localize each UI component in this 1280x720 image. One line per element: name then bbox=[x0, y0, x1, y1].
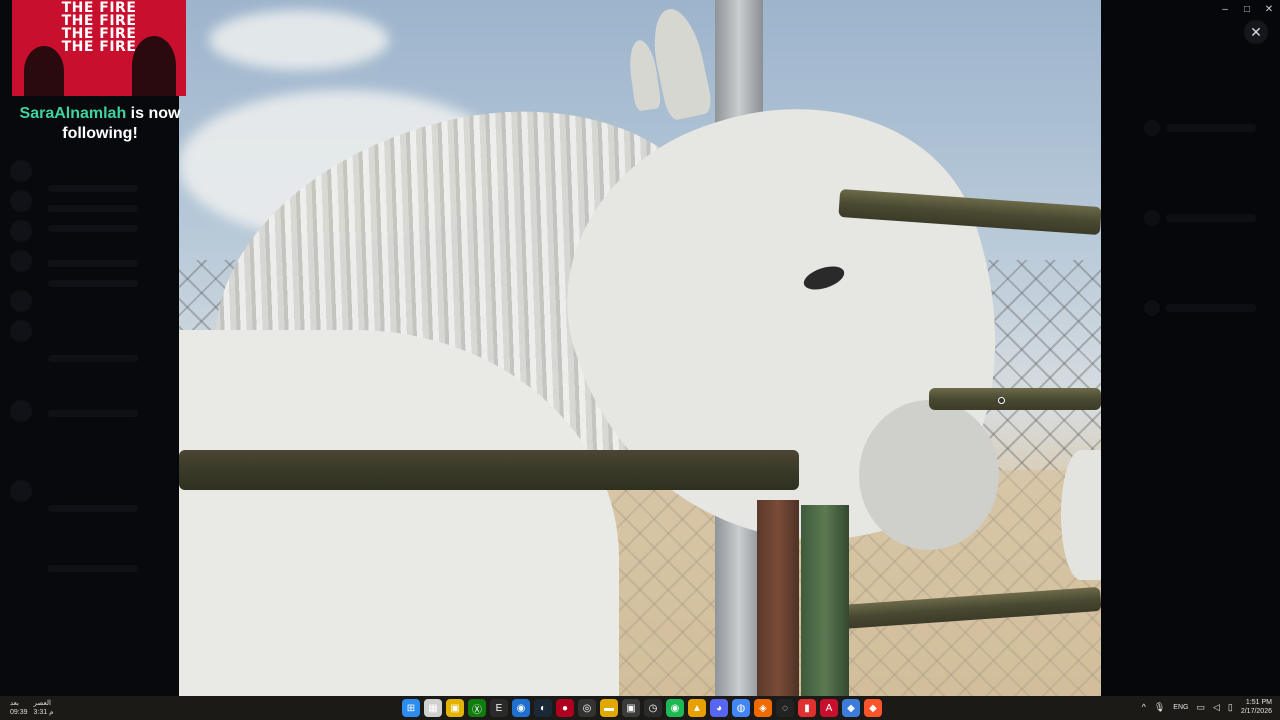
weather-text: العصر bbox=[33, 700, 51, 707]
files-app-icon[interactable]: ▬ bbox=[600, 699, 618, 717]
channel-row bbox=[48, 185, 138, 192]
app-red2-app-icon[interactable]: ▮ bbox=[798, 699, 816, 717]
member-avatar bbox=[1144, 120, 1160, 136]
clock-date: 2/17/2026 bbox=[1240, 708, 1272, 715]
xbox-app-icon[interactable]: Ⓧ bbox=[468, 699, 486, 717]
server-icon bbox=[10, 400, 32, 422]
network-icon[interactable]: ▭ bbox=[1196, 702, 1205, 713]
app-a-app-icon[interactable]: A bbox=[820, 699, 838, 717]
member-row bbox=[1166, 214, 1256, 222]
horse-muzzle bbox=[859, 400, 999, 550]
server-icon bbox=[10, 160, 32, 182]
discord-app-icon[interactable]: ◕ bbox=[710, 699, 728, 717]
microphone-icon[interactable]: 🎙 bbox=[1154, 702, 1165, 713]
server-icon bbox=[10, 190, 32, 212]
language-indicator[interactable]: ENG bbox=[1173, 704, 1188, 711]
member-avatar bbox=[1144, 300, 1160, 316]
steam-app-icon[interactable]: ◐ bbox=[534, 699, 552, 717]
alert-username: SaraAlnamlah bbox=[19, 105, 127, 122]
app-blue-app-icon[interactable]: ◉ bbox=[512, 699, 530, 717]
cloud bbox=[209, 10, 389, 70]
clock-time: 1:51 PM bbox=[1245, 699, 1272, 706]
shield-app-icon[interactable]: ◆ bbox=[842, 699, 860, 717]
close-button[interactable]: ✕ bbox=[1258, 0, 1280, 18]
image-viewer-photo[interactable] bbox=[179, 0, 1101, 696]
mouse-cursor bbox=[998, 397, 1005, 404]
follower-alert: THE FIRE THE FIRE THE FIRE THE FIRE Sara… bbox=[12, 0, 188, 144]
channel-row bbox=[48, 280, 138, 287]
app-red-app-icon[interactable]: ● bbox=[556, 699, 574, 717]
second-horse bbox=[1061, 450, 1101, 580]
calendar-app-icon[interactable]: ▦ bbox=[424, 699, 442, 717]
close-viewer-button[interactable]: ✕ bbox=[1244, 20, 1268, 44]
member-row bbox=[1166, 124, 1256, 132]
banner-figure bbox=[132, 36, 176, 96]
app-circle-app-icon[interactable]: ◌ bbox=[776, 699, 794, 717]
channel-row bbox=[48, 225, 138, 232]
system-tray: ^ 🎙 ENG ▭ ◁ ▯ 1:51 PM 2/17/2026 bbox=[1142, 698, 1272, 716]
banner-figure bbox=[24, 46, 64, 96]
weather-text: 3:31 م bbox=[33, 709, 54, 716]
fence-post bbox=[801, 505, 849, 696]
obs-app-icon[interactable]: ◎ bbox=[578, 699, 596, 717]
chrome-app-icon[interactable]: ◍ bbox=[732, 699, 750, 717]
channel-row bbox=[48, 565, 138, 572]
minimize-button[interactable]: – bbox=[1214, 0, 1236, 18]
epic-app-icon[interactable]: E bbox=[490, 699, 508, 717]
clock[interactable]: 1:51 PM 2/17/2026 bbox=[1241, 698, 1272, 716]
alert-banner-image: THE FIRE THE FIRE THE FIRE THE FIRE bbox=[12, 0, 186, 96]
terminal-app-icon[interactable]: ▣ bbox=[622, 699, 640, 717]
server-icon bbox=[10, 220, 32, 242]
spotify-app-icon[interactable]: ◉ bbox=[666, 699, 684, 717]
taskbar-apps: ⊞ ▦ ▣ Ⓧ E ◉ ◐ ● ◎ ▬ ▣ ◷ ◉ ▲ ◕ ◍ ◈ ◌ ▮ A ◆ ◆ bbox=[402, 699, 882, 717]
battery-icon[interactable]: ▯ bbox=[1228, 702, 1233, 713]
volume-icon[interactable]: ◁ bbox=[1213, 702, 1220, 713]
weather-text: بعد bbox=[10, 700, 19, 707]
server-icon bbox=[10, 250, 32, 272]
taskbar: بعد 09:39 العصر 3:31 م ⊞ ▦ ▣ Ⓧ E ◉ ◐ ● ◎ ▬ ▣ ◷ ◉ ▲ ◕ ◍ ◈… bbox=[0, 696, 1280, 720]
channel-row bbox=[48, 505, 138, 512]
weather-widget[interactable]: بعد 09:39 العصر 3:31 م bbox=[10, 699, 53, 717]
member-row bbox=[1166, 304, 1256, 312]
fence-rail bbox=[179, 450, 799, 490]
chevron-up-icon[interactable]: ^ bbox=[1142, 702, 1146, 712]
member-avatar bbox=[1144, 210, 1160, 226]
fence-post bbox=[757, 500, 799, 696]
notes-app-icon[interactable]: ▣ bbox=[446, 699, 464, 717]
app-yellow-app-icon[interactable]: ▲ bbox=[688, 699, 706, 717]
fence-rail bbox=[929, 388, 1101, 410]
clock-app-icon[interactable]: ◷ bbox=[644, 699, 662, 717]
channel-row bbox=[48, 205, 138, 212]
server-icon bbox=[10, 320, 32, 342]
channel-row bbox=[48, 260, 138, 267]
server-icon bbox=[10, 480, 32, 502]
channel-row bbox=[48, 355, 138, 362]
server-icon bbox=[10, 290, 32, 312]
weather-text: 09:39 bbox=[10, 709, 28, 716]
window-controls: – □ ✕ bbox=[1214, 0, 1280, 18]
background-app-right-pane bbox=[1101, 0, 1280, 696]
channel-row bbox=[48, 410, 138, 417]
start-app-icon[interactable]: ⊞ bbox=[402, 699, 420, 717]
app-orange-app-icon[interactable]: ◈ bbox=[754, 699, 772, 717]
maximize-button[interactable]: □ bbox=[1236, 0, 1258, 18]
alert-message: SaraAlnamlah is now following! bbox=[12, 104, 188, 144]
brave-app-icon[interactable]: ◆ bbox=[864, 699, 882, 717]
